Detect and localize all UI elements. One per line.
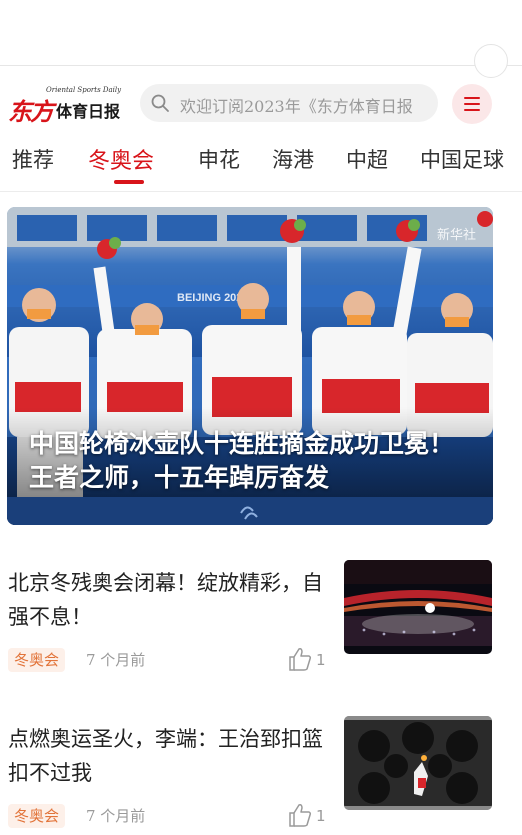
app-logo[interactable]: Oriental Sports Daily 东方 体育日报 — [8, 86, 130, 126]
tab-recommend[interactable]: 推荐 — [12, 144, 54, 174]
search-icon — [151, 94, 169, 112]
news-time: 7 个月前 — [86, 651, 146, 669]
list-item[interactable]: 北京冬残奥会闭幕！绽放精彩，自强不息！ 冬奥会 7 个月前 1 — [0, 560, 522, 706]
news-title: 北京冬残奥会闭幕！绽放精彩，自强不息！ — [8, 571, 323, 629]
logo-subtitle: Oriental Sports Daily — [46, 86, 122, 94]
thumbs-up-icon[interactable] — [288, 802, 312, 828]
category-tabs: 推荐 冬奥会 申花 海港 中超 中国足球 — [0, 136, 522, 192]
like-count: 1 — [316, 807, 326, 825]
news-time: 7 个月前 — [86, 807, 146, 825]
news-title: 点燃奥运圣火，李端：王治郅扣篮扣不过我 — [8, 727, 323, 785]
tab-winter-olympics[interactable]: 冬奥会 — [88, 143, 154, 175]
floating-circle-button[interactable] — [474, 44, 508, 78]
logo-brand-red: 东方 — [8, 97, 54, 126]
news-tag[interactable]: 冬奥会 — [8, 804, 66, 828]
search-bar[interactable]: 欢迎订阅2023年《东方体育日报 — [140, 84, 438, 122]
news-thumbnail — [344, 560, 492, 654]
hero-watermark: 新华社 — [437, 227, 476, 243]
tab-shenhua[interactable]: 申花 — [198, 144, 240, 174]
news-tag[interactable]: 冬奥会 — [8, 648, 66, 672]
hero-article[interactable]: BEIJING 2022 新华社 中国轮椅冰壶队十连胜摘金成功卫冕！王者之师，十… — [7, 207, 493, 525]
menu-icon — [464, 96, 480, 100]
thumbs-up-icon[interactable] — [288, 646, 312, 672]
header: Oriental Sports Daily 东方 体育日报 欢迎订阅2023年《… — [0, 80, 522, 130]
like-count: 1 — [316, 651, 326, 669]
logo-brand-black: 体育日报 — [56, 102, 121, 121]
active-tab-indicator — [114, 180, 144, 184]
status-area — [0, 0, 522, 66]
news-thumbnail — [344, 716, 492, 810]
tab-haigang[interactable]: 海港 — [272, 144, 314, 174]
menu-button[interactable] — [452, 84, 492, 124]
tab-china-football[interactable]: 中国足球 — [420, 144, 504, 174]
tab-csl[interactable]: 中超 — [346, 144, 388, 174]
list-item[interactable]: 点燃奥运圣火，李端：王治郅扣篮扣不过我 冬奥会 7 个月前 1 — [0, 716, 522, 835]
hero-title: 中国轮椅冰壶队十连胜摘金成功卫冕！王者之师，十五年踔厉奋发 — [29, 429, 455, 492]
search-placeholder: 欢迎订阅2023年《东方体育日报 — [180, 97, 413, 116]
